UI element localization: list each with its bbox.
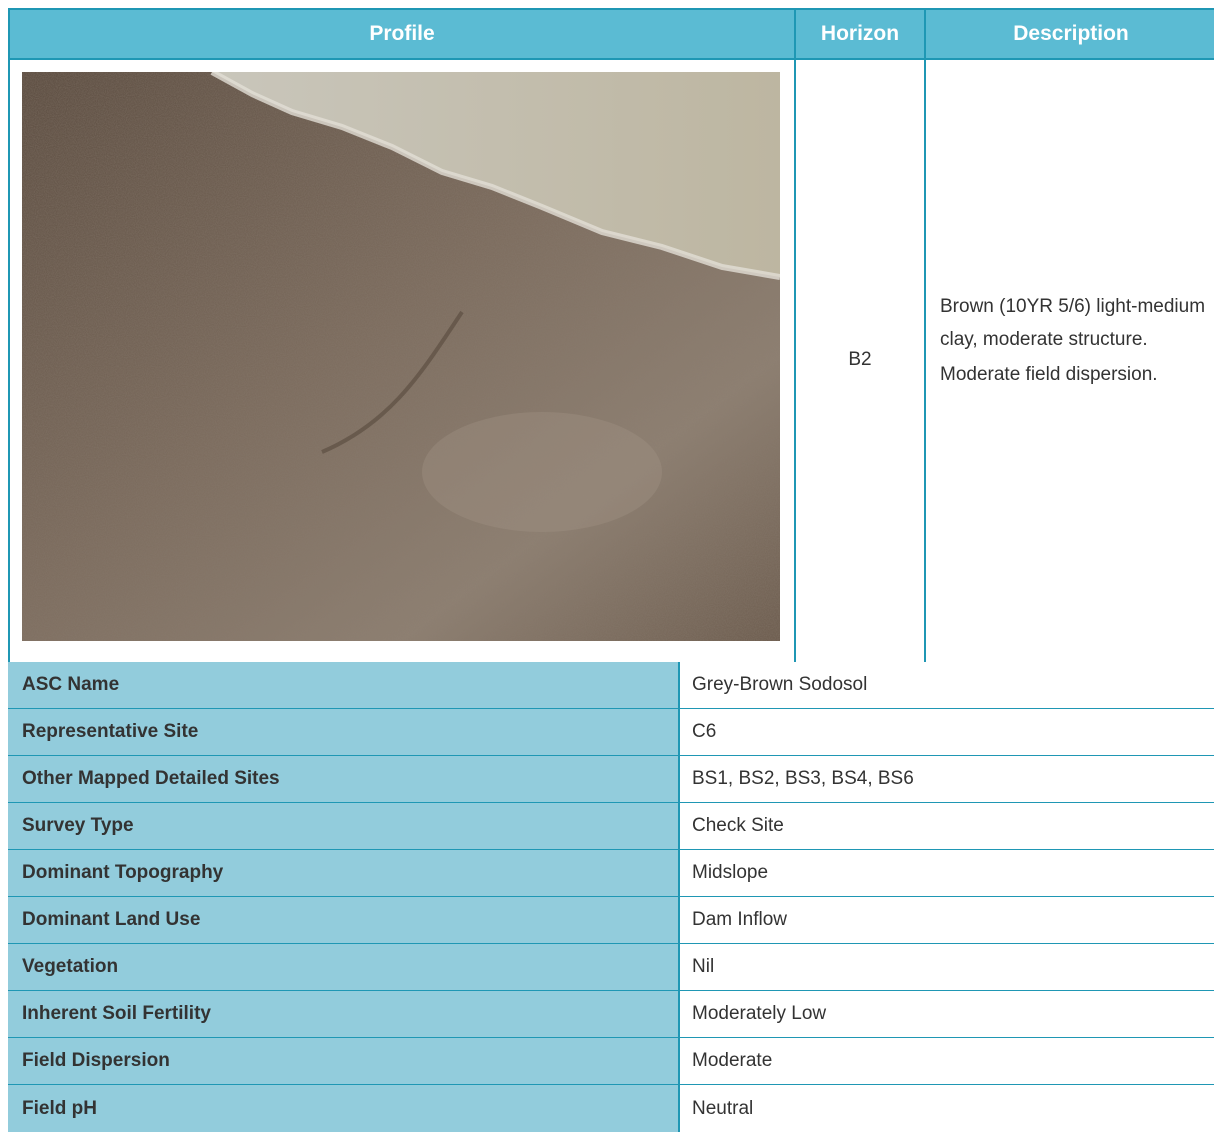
attribute-value: Neutral bbox=[680, 1085, 1214, 1132]
table-row: Representative Site C6 bbox=[8, 709, 1214, 756]
table-row: Dominant Land Use Dam Inflow bbox=[8, 897, 1214, 944]
table-row: Other Mapped Detailed Sites BS1, BS2, BS… bbox=[8, 756, 1214, 803]
attribute-label: ASC Name bbox=[8, 662, 680, 708]
soil-profile-sheet: Profile Horizon Description B2 Brown (10… bbox=[8, 8, 1214, 1132]
attributes-table: ASC Name Grey-Brown Sodosol Representati… bbox=[8, 662, 1214, 1132]
table-row: Field pH Neutral bbox=[8, 1085, 1214, 1132]
attribute-label: Field pH bbox=[8, 1085, 680, 1132]
attribute-label: Vegetation bbox=[8, 944, 680, 990]
table-row: Inherent Soil Fertility Moderately Low bbox=[8, 991, 1214, 1038]
attribute-value: BS1, BS2, BS3, BS4, BS6 bbox=[680, 756, 1214, 802]
attribute-label: Survey Type bbox=[8, 803, 680, 849]
description-line: Moderate field dispersion. bbox=[940, 364, 1158, 385]
attribute-value: Moderately Low bbox=[680, 991, 1214, 1037]
table-row: Dominant Topography Midslope bbox=[8, 850, 1214, 897]
header-horizon: Horizon bbox=[796, 10, 924, 58]
attribute-label: Representative Site bbox=[8, 709, 680, 755]
attribute-value: Moderate bbox=[680, 1038, 1214, 1084]
attribute-label: Inherent Soil Fertility bbox=[8, 991, 680, 1037]
table-row: Survey Type Check Site bbox=[8, 803, 1214, 850]
attribute-label: Other Mapped Detailed Sites bbox=[8, 756, 680, 802]
attribute-value: Check Site bbox=[680, 803, 1214, 849]
horizon-description: Brown (10YR 5/6) light-medium clay, mode… bbox=[940, 290, 1210, 391]
column-divider bbox=[924, 10, 926, 662]
header-description: Description bbox=[926, 10, 1214, 58]
horizon-code: B2 bbox=[848, 349, 872, 370]
header-profile: Profile bbox=[10, 10, 794, 58]
attribute-value: Midslope bbox=[680, 850, 1214, 896]
table-row: Vegetation Nil bbox=[8, 944, 1214, 991]
attribute-label: Field Dispersion bbox=[8, 1038, 680, 1084]
attribute-value: Nil bbox=[680, 944, 1214, 990]
soil-profile-photo bbox=[22, 72, 780, 641]
table-row: ASC Name Grey-Brown Sodosol bbox=[8, 662, 1214, 709]
table-row: Field Dispersion Moderate bbox=[8, 1038, 1214, 1085]
attribute-value: C6 bbox=[680, 709, 1214, 755]
header-divider bbox=[10, 58, 1214, 60]
attribute-value: Grey-Brown Sodosol bbox=[680, 662, 1214, 708]
attribute-value: Dam Inflow bbox=[680, 897, 1214, 943]
attribute-label: Dominant Topography bbox=[8, 850, 680, 896]
profile-table: Profile Horizon Description B2 Brown (10… bbox=[8, 8, 1214, 662]
description-line: Brown (10YR 5/6) light-medium clay, mode… bbox=[940, 296, 1206, 350]
attribute-label: Dominant Land Use bbox=[8, 897, 680, 943]
